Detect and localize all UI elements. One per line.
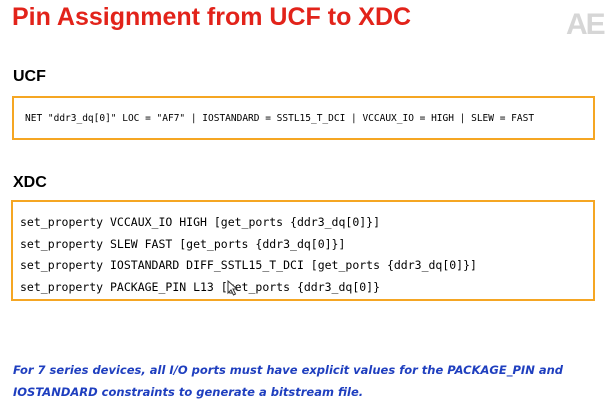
ucf-code-line: NET "ddr3_dq[0]" LOC = "AF7" | IOSTANDAR… [25, 113, 535, 124]
note-text: For 7 series devices, all I/O ports must… [13, 359, 593, 403]
xdc-code-line-1: set_property VCCAUX_IO HIGH [get_ports {… [20, 215, 381, 229]
ucf-code-box: NET "ddr3_dq[0]" LOC = "AF7" | IOSTANDAR… [12, 96, 595, 140]
xdc-code-box: set_property VCCAUX_IO HIGH [get_ports {… [11, 200, 595, 301]
logo: AE [566, 8, 605, 41]
slide-title: Pin Assignment from UCF to XDC [12, 3, 412, 31]
note-line-1: For 7 series devices, all I/O ports must… [13, 363, 563, 377]
mouse-pointer-icon [227, 280, 239, 296]
note-line-2: IOSTANDARD constraints to generate a bit… [13, 385, 364, 399]
xdc-section-label: XDC [13, 174, 47, 191]
xdc-code-line-4: set_property PACKAGE_PIN L13 [get_ports … [20, 279, 381, 294]
xdc-code-line-3: set_property IOSTANDARD DIFF_SSTL15_T_DC… [20, 258, 477, 272]
ucf-section-label: UCF [13, 68, 46, 85]
xdc-code-line-2: set_property SLEW FAST [get_ports {ddr3_… [20, 236, 346, 251]
xdc-code-block: set_property VCCAUX_IO HIGH [get_ports {… [20, 212, 477, 298]
